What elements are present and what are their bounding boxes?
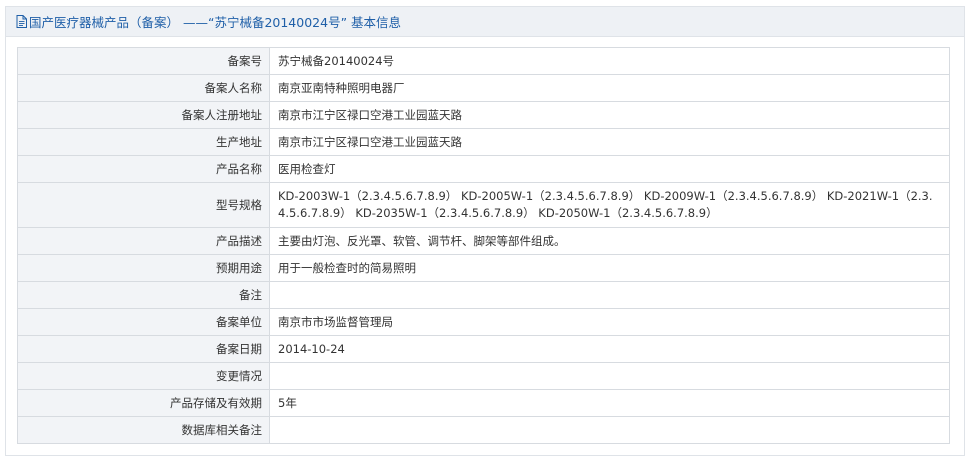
table-row: 备案人注册地址 南京市江宁区禄口空港工业园蓝天路 (17, 101, 950, 129)
table-row: 备案日期 2014-10-24 (17, 335, 950, 363)
row-label: 生产地址 (17, 128, 270, 156)
row-label: 型号规格 (17, 182, 270, 228)
row-value: 南京市市场监督管理局 (269, 308, 950, 336)
row-value: 主要由灯泡、反光罩、软管、调节杆、脚架等部件组成。 (269, 227, 950, 255)
info-panel: 国产医疗器械产品（备案） ——“苏宁械备20140024号” 基本信息 备案号 … (5, 6, 965, 456)
row-label: 产品存储及有效期 (17, 389, 270, 417)
row-value: 5年 (269, 389, 950, 417)
row-label: 备案日期 (17, 335, 270, 363)
row-label: 备案人名称 (17, 74, 270, 102)
row-label: 产品描述 (17, 227, 270, 255)
row-label: 预期用途 (17, 254, 270, 282)
row-value (269, 362, 950, 390)
table-row: 产品描述 主要由灯泡、反光罩、软管、调节杆、脚架等部件组成。 (17, 227, 950, 255)
row-label: 数据库相关备注 (17, 416, 270, 444)
document-icon (16, 15, 27, 28)
info-table: 备案号 苏宁械备20140024号 备案人名称 南京亚南特种照明电器厂 备案人注… (17, 47, 950, 444)
table-row: 预期用途 用于一般检查时的简易照明 (17, 254, 950, 282)
row-label: 变更情况 (17, 362, 270, 390)
row-label: 备案单位 (17, 308, 270, 336)
row-label: 备案人注册地址 (17, 101, 270, 129)
table-row: 备注 (17, 281, 950, 309)
row-value: 南京亚南特种照明电器厂 (269, 74, 950, 102)
table-row: 备案单位 南京市市场监督管理局 (17, 308, 950, 336)
table-row: 生产地址 南京市江宁区禄口空港工业园蓝天路 (17, 128, 950, 156)
table-row: 产品名称 医用检查灯 (17, 155, 950, 183)
row-value (269, 281, 950, 309)
row-value: 南京市江宁区禄口空港工业园蓝天路 (269, 128, 950, 156)
panel-header: 国产医疗器械产品（备案） ——“苏宁械备20140024号” 基本信息 (6, 7, 964, 37)
page-title: 国产医疗器械产品（备案） ——“苏宁械备20140024号” 基本信息 (29, 15, 402, 30)
row-label: 备注 (17, 281, 270, 309)
table-row: 备案号 苏宁械备20140024号 (17, 47, 950, 75)
row-value: 用于一般检查时的简易照明 (269, 254, 950, 282)
row-value: 医用检查灯 (269, 155, 950, 183)
table-row: 型号规格 KD-2003W-1（2.3.4.5.6.7.8.9） KD-2005… (17, 182, 950, 228)
table-row: 产品存储及有效期 5年 (17, 389, 950, 417)
row-value: 南京市江宁区禄口空港工业园蓝天路 (269, 101, 950, 129)
table-row: 备案人名称 南京亚南特种照明电器厂 (17, 74, 950, 102)
row-label: 备案号 (17, 47, 270, 75)
row-value (269, 416, 950, 444)
row-value: 苏宁械备20140024号 (269, 47, 950, 75)
row-label: 产品名称 (17, 155, 270, 183)
row-value: 2014-10-24 (269, 335, 950, 363)
table-row: 变更情况 (17, 362, 950, 390)
table-row: 数据库相关备注 (17, 416, 950, 444)
row-value: KD-2003W-1（2.3.4.5.6.7.8.9） KD-2005W-1（2… (269, 182, 950, 228)
